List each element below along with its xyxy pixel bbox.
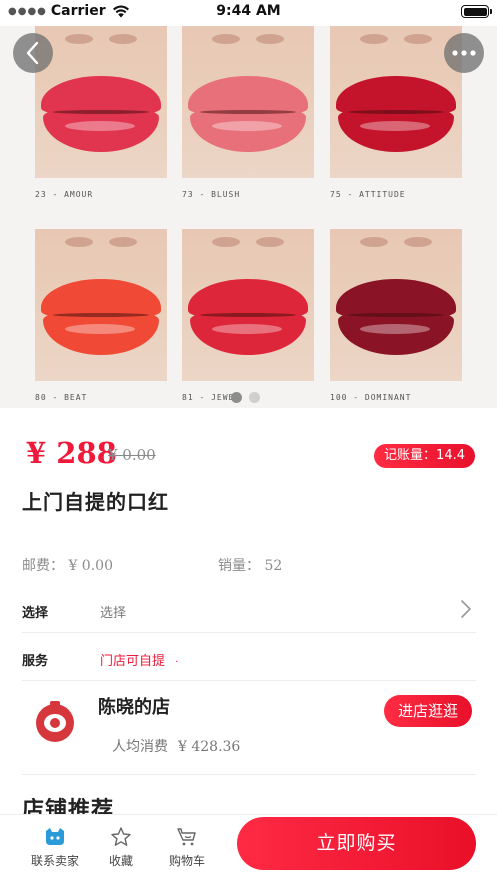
more-button[interactable] [444, 33, 484, 73]
product-title: 上门自提的口红 [22, 490, 169, 514]
battery-icon [461, 5, 492, 18]
select-value: 选择 [100, 606, 127, 621]
store-card[interactable]: 陈晓的店 人均消费 ¥ 428.36 进店逛逛 [22, 681, 476, 775]
star-icon [111, 827, 131, 846]
shipping-label: 邮费： [22, 558, 64, 574]
lip-swatch [182, 229, 314, 381]
favorite-label: 收藏 [108, 854, 133, 868]
cart-icon [177, 828, 196, 846]
pager-dot[interactable] [249, 392, 260, 403]
shade-label: 23 - AMOUR [35, 190, 94, 199]
price-row: ¥ 288 ¥ 0.00 记账量：14.4 [22, 434, 477, 474]
shipping-info: 邮费： ¥ 0.00 [22, 555, 113, 575]
visit-store-button[interactable]: 进店逛逛 [383, 695, 472, 727]
shade-label: 80 - BEAT [35, 393, 88, 402]
bottom-action-bar: 联系卖家 收藏 购物车 立即购买 [0, 814, 497, 883]
chat-cat-icon [46, 828, 64, 845]
service-row: 服务 门店可自提 · [22, 635, 476, 681]
lip-swatch [330, 26, 462, 178]
lip-swatch [330, 229, 462, 381]
shade-label: 73 - BLUSH [182, 190, 241, 199]
service-dot: · [175, 657, 179, 668]
back-button[interactable] [13, 33, 53, 73]
lip-swatch [35, 229, 167, 381]
average-spend-label: 人均消费 [112, 739, 168, 755]
status-time: 9:44 AM [216, 3, 281, 19]
product-image-gallery[interactable]: 23 - AMOUR 73 - BLUSH 75 - ATTITUDE 80 - BE… [0, 26, 497, 408]
pager-dot[interactable] [231, 392, 242, 403]
average-spend-value: ¥ 428.36 [178, 739, 241, 755]
service-value: 门店可自提 · [100, 650, 178, 669]
shade-label: 75 - ATTITUDE [330, 190, 406, 199]
sales-value: 52 [264, 558, 283, 574]
shade-label: 100 - DOMINANT [330, 393, 412, 402]
cart-label: 购物车 [168, 854, 205, 868]
original-price: ¥ 0.00 [108, 446, 156, 464]
store-name: 陈晓的店 [98, 697, 170, 718]
contact-seller-label: 联系卖家 [30, 854, 79, 868]
lip-swatch [35, 26, 167, 178]
service-label: 服务 [22, 654, 49, 669]
status-bar: ●●●● Carrier 9:44 AM [0, 0, 497, 26]
favorite-tab[interactable]: 收藏 [86, 825, 156, 869]
bookkeeping-badge: 记账量：14.4 [374, 444, 475, 468]
buy-now-button[interactable]: 立即购买 [237, 817, 476, 870]
contact-seller-tab[interactable]: 联系卖家 [20, 825, 90, 869]
chevron-left-icon [26, 41, 39, 65]
spec-select-row[interactable]: 选择 选择 [22, 587, 476, 633]
current-price: ¥ 288 [26, 436, 117, 470]
store-logo-icon [36, 701, 74, 742]
cart-tab[interactable]: 购物车 [152, 825, 222, 869]
select-label: 选择 [22, 606, 49, 621]
service-pickup-text: 门店可自提 [100, 654, 166, 669]
gallery-pager[interactable] [231, 392, 260, 403]
sales-info: 销量： 52 [218, 555, 282, 575]
more-dots-icon [452, 50, 476, 56]
lip-swatch [182, 26, 314, 178]
shipping-value: ¥ 0.00 [68, 558, 113, 574]
store-average-spend: 人均消费 ¥ 428.36 [112, 736, 240, 756]
chevron-right-icon [461, 600, 471, 618]
sales-label: 销量： [218, 558, 260, 574]
